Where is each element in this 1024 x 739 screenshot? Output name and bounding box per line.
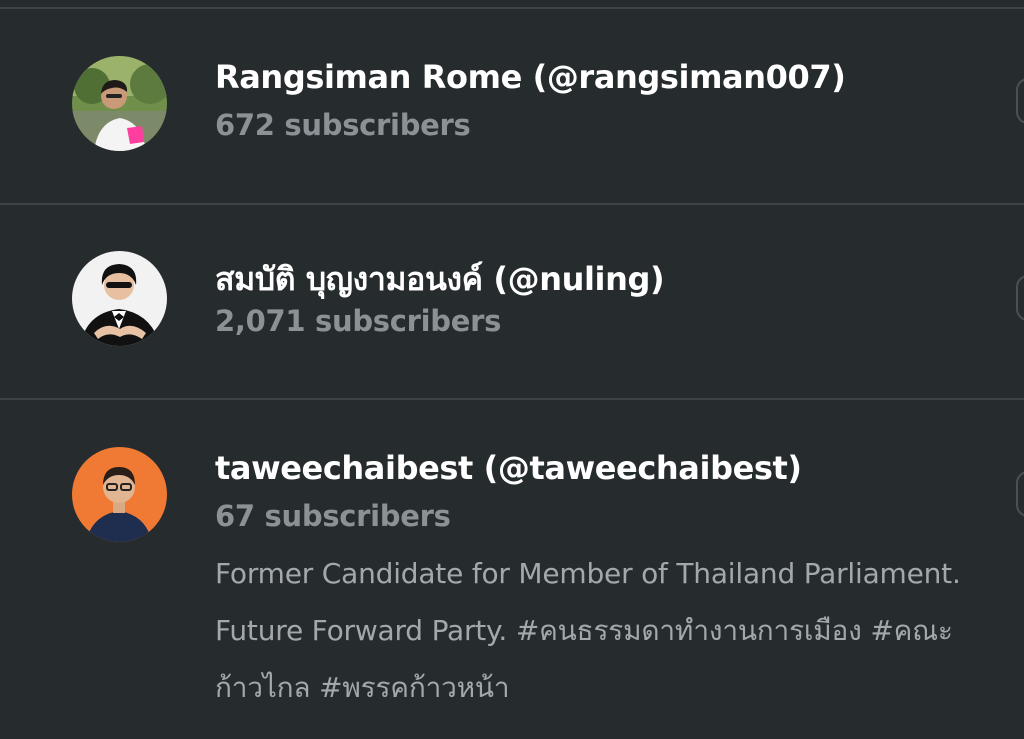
description-line: ก้าวไกล #พรรคก้าวหน้า: [215, 671, 510, 704]
subscriber-count: 67 subscribers: [215, 499, 451, 533]
channel-name[interactable]: สมบัติ บุญงามอนงค์ (@nuling): [215, 254, 665, 305]
avatar[interactable]: [72, 447, 167, 542]
user-photo-icon: [72, 251, 167, 346]
subscribe-button[interactable]: [1016, 275, 1024, 321]
avatar[interactable]: [72, 56, 167, 151]
subscriber-count: 2,071 subscribers: [215, 304, 502, 338]
description-line: Future Forward Party. #คนธรรมดาทำงานการเ…: [215, 614, 953, 647]
subscribe-button[interactable]: [1016, 471, 1024, 517]
channel-name[interactable]: taweechaibest (@taweechaibest): [215, 449, 802, 487]
user-photo-icon: [72, 56, 167, 151]
subscriber-count: 672 subscribers: [215, 108, 471, 142]
channel-row-rangsiman[interactable]: Rangsiman Rome (@rangsiman007) 672 subsc…: [0, 0, 1024, 203]
avatar[interactable]: [72, 251, 167, 346]
channel-description: Former Candidate for Member of Thailand …: [215, 545, 1015, 716]
subscribe-button[interactable]: [1016, 78, 1024, 124]
channel-name[interactable]: Rangsiman Rome (@rangsiman007): [215, 58, 846, 96]
channel-list: Rangsiman Rome (@rangsiman007) 672 subsc…: [0, 0, 1024, 739]
channel-row-nuling[interactable]: สมบัติ บุญงามอนงค์ (@nuling) 2,071 subsc…: [0, 203, 1024, 399]
description-line: Former Candidate for Member of Thailand …: [215, 557, 961, 590]
user-photo-icon: [72, 447, 167, 542]
